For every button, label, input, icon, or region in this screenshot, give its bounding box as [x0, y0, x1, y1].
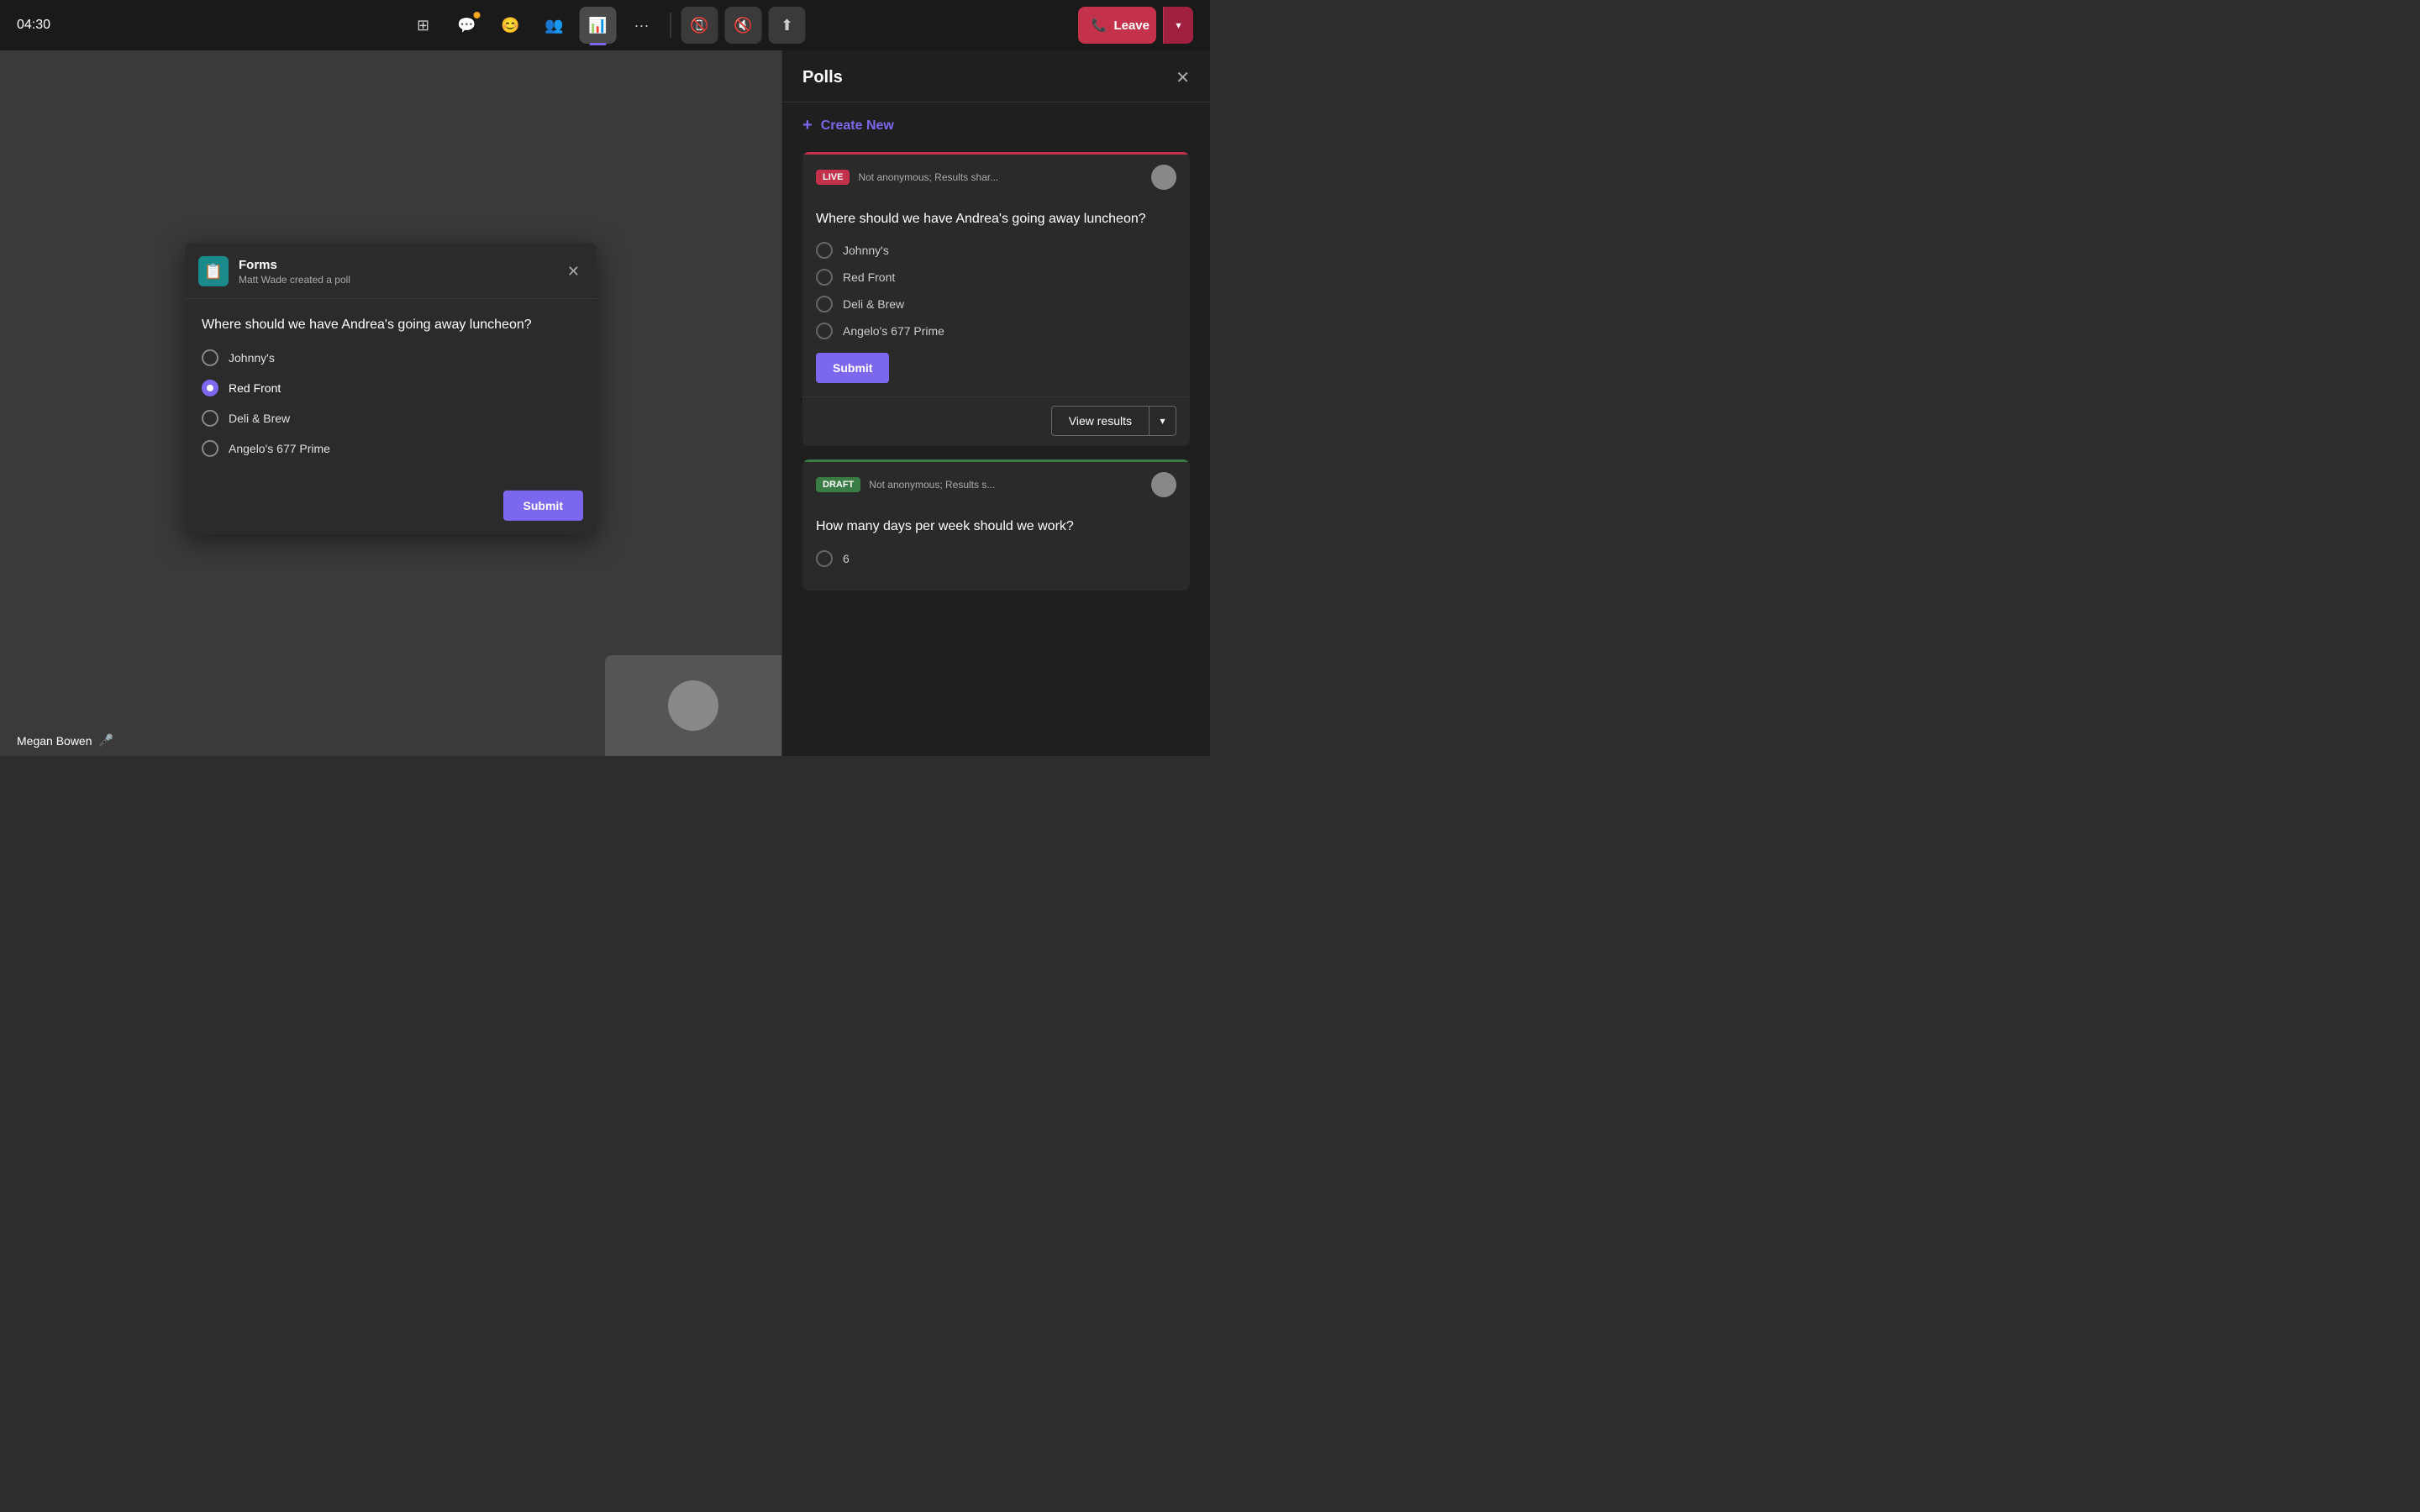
leave-section: 📞Leave ▾ — [1078, 7, 1193, 44]
live-poll-question: Where should we have Andrea's going away… — [816, 210, 1176, 228]
participant-avatar — [668, 680, 718, 731]
panel-radio-johnnys[interactable] — [816, 242, 833, 259]
popup-title-group: Forms Matt Wade created a poll — [239, 257, 350, 285]
poll-popup-header: 📋 Forms Matt Wade created a poll ✕ — [185, 243, 597, 299]
live-poll-avatar — [1151, 165, 1176, 190]
create-new-button[interactable]: + Create New — [802, 116, 894, 135]
view-results-group: View results ▾ — [1051, 406, 1176, 436]
chat-icon-button[interactable]: 💬 — [449, 7, 486, 44]
draft-poll-avatar — [1151, 472, 1176, 497]
grid-icon-button[interactable]: ⊞ — [405, 7, 442, 44]
popup-option-delibrew[interactable]: Deli & Brew — [202, 410, 580, 427]
draft-poll-body: How many days per week should we work? 6 — [802, 506, 1190, 590]
main-meeting-area: 📋 Forms Matt Wade created a poll ✕ Where… — [0, 50, 781, 756]
draft-poll-meta: Not anonymous; Results s... — [869, 479, 1143, 491]
popup-option-johnnys[interactable]: Johnny's — [202, 349, 580, 366]
radio-inner-redfront — [207, 385, 213, 391]
user-name: Megan Bowen — [17, 734, 92, 748]
polls-panel-title: Polls — [802, 68, 843, 87]
panel-option-johnnys[interactable]: Johnny's — [816, 242, 1176, 259]
polls-panel-header: Polls ✕ — [782, 50, 1210, 102]
panel-label-angelo: Angelo's 677 Prime — [843, 324, 944, 338]
poll-popup: 📋 Forms Matt Wade created a poll ✕ Where… — [185, 243, 597, 534]
poll-popup-footer: Submit — [185, 484, 597, 534]
panel-submit-button[interactable]: Submit — [816, 353, 889, 383]
user-label: Megan Bowen 🎤 — [17, 733, 113, 748]
live-poll-top: LIVE Not anonymous; Results shar... — [802, 155, 1190, 198]
live-poll-meta: Not anonymous; Results shar... — [858, 171, 1143, 183]
video-thumbnail — [605, 655, 781, 756]
participants-icon-button[interactable]: 👥 — [536, 7, 573, 44]
panel-radio-delibrew[interactable] — [816, 296, 833, 312]
panel-radio-redfront[interactable] — [816, 269, 833, 286]
option-label-angelo: Angelo's 677 Prime — [229, 442, 330, 455]
live-poll-footer: View results ▾ — [802, 396, 1190, 446]
popup-option-redfront[interactable]: Red Front — [202, 380, 580, 396]
toolbar-icons: ⊞ 💬 😊 👥 📊 ··· 📵 🔇 ⬆ — [405, 7, 806, 44]
option-label-delibrew: Deli & Brew — [229, 412, 290, 425]
view-results-button[interactable]: View results — [1051, 406, 1150, 436]
polls-panel-body: + Create New LIVE Not anonymous; Results… — [782, 102, 1210, 756]
share-screen-button[interactable]: ⬆ — [769, 7, 806, 44]
more-icon-button[interactable]: ··· — [623, 7, 660, 44]
panel-option-redfront[interactable]: Red Front — [816, 269, 1176, 286]
draft-poll-question: How many days per week should we work? — [816, 517, 1176, 536]
draft-poll-top: DRAFT Not anonymous; Results s... — [802, 462, 1190, 506]
panel-option-angelo[interactable]: Angelo's 677 Prime — [816, 323, 1176, 339]
draft-option-6[interactable]: 6 — [816, 550, 1176, 567]
leave-label: Leave — [1113, 18, 1156, 33]
radio-angelo[interactable] — [202, 440, 218, 457]
poll-popup-body: Where should we have Andrea's going away… — [185, 299, 597, 484]
option-label-redfront: Red Front — [229, 381, 281, 395]
reactions-icon-button[interactable]: 😊 — [492, 7, 529, 44]
view-results-dropdown-button[interactable]: ▾ — [1150, 406, 1176, 436]
panel-option-delibrew[interactable]: Deli & Brew — [816, 296, 1176, 312]
radio-delibrew[interactable] — [202, 410, 218, 427]
leave-button[interactable]: 📞Leave — [1078, 7, 1156, 44]
popup-submit-button[interactable]: Submit — [503, 491, 583, 521]
draft-label-6: 6 — [843, 552, 850, 565]
forms-icon: 📋 — [198, 256, 229, 286]
mic-status-icon: 🎤 — [99, 733, 113, 748]
popup-option-angelo[interactable]: Angelo's 677 Prime — [202, 440, 580, 457]
live-poll-body: Where should we have Andrea's going away… — [802, 198, 1190, 396]
panel-label-johnnys: Johnny's — [843, 244, 889, 257]
present-icon-button[interactable]: 📊 — [580, 7, 617, 44]
panel-label-redfront: Red Front — [843, 270, 895, 284]
plus-icon: + — [802, 116, 813, 135]
polls-panel: Polls ✕ + Create New LIVE Not anonymous;… — [781, 50, 1210, 756]
live-badge: LIVE — [816, 170, 850, 185]
panel-radio-angelo[interactable] — [816, 323, 833, 339]
draft-badge: DRAFT — [816, 477, 860, 492]
polls-close-button[interactable]: ✕ — [1176, 67, 1190, 88]
live-poll-card: LIVE Not anonymous; Results shar... Wher… — [802, 152, 1190, 446]
chat-badge — [474, 12, 481, 18]
camera-mute-button[interactable]: 📵 — [681, 7, 718, 44]
popup-question: Where should we have Andrea's going away… — [202, 316, 580, 334]
mic-mute-button[interactable]: 🔇 — [725, 7, 762, 44]
popup-subtitle: Matt Wade created a poll — [239, 273, 350, 285]
leave-dropdown-button[interactable]: ▾ — [1163, 7, 1193, 44]
radio-johnnys[interactable] — [202, 349, 218, 366]
popup-close-button[interactable]: ✕ — [564, 259, 583, 283]
option-label-johnnys: Johnny's — [229, 351, 275, 365]
draft-radio-6[interactable] — [816, 550, 833, 567]
create-new-label: Create New — [821, 118, 894, 134]
draft-poll-card: DRAFT Not anonymous; Results s... How ma… — [802, 459, 1190, 590]
popup-title: Forms — [239, 257, 350, 271]
call-timer: 04:30 — [17, 18, 50, 33]
top-bar: 04:30 ⊞ 💬 😊 👥 📊 ··· 📵 🔇 ⬆ 📞Leave ▾ — [0, 0, 1210, 50]
radio-redfront[interactable] — [202, 380, 218, 396]
panel-label-delibrew: Deli & Brew — [843, 297, 904, 311]
